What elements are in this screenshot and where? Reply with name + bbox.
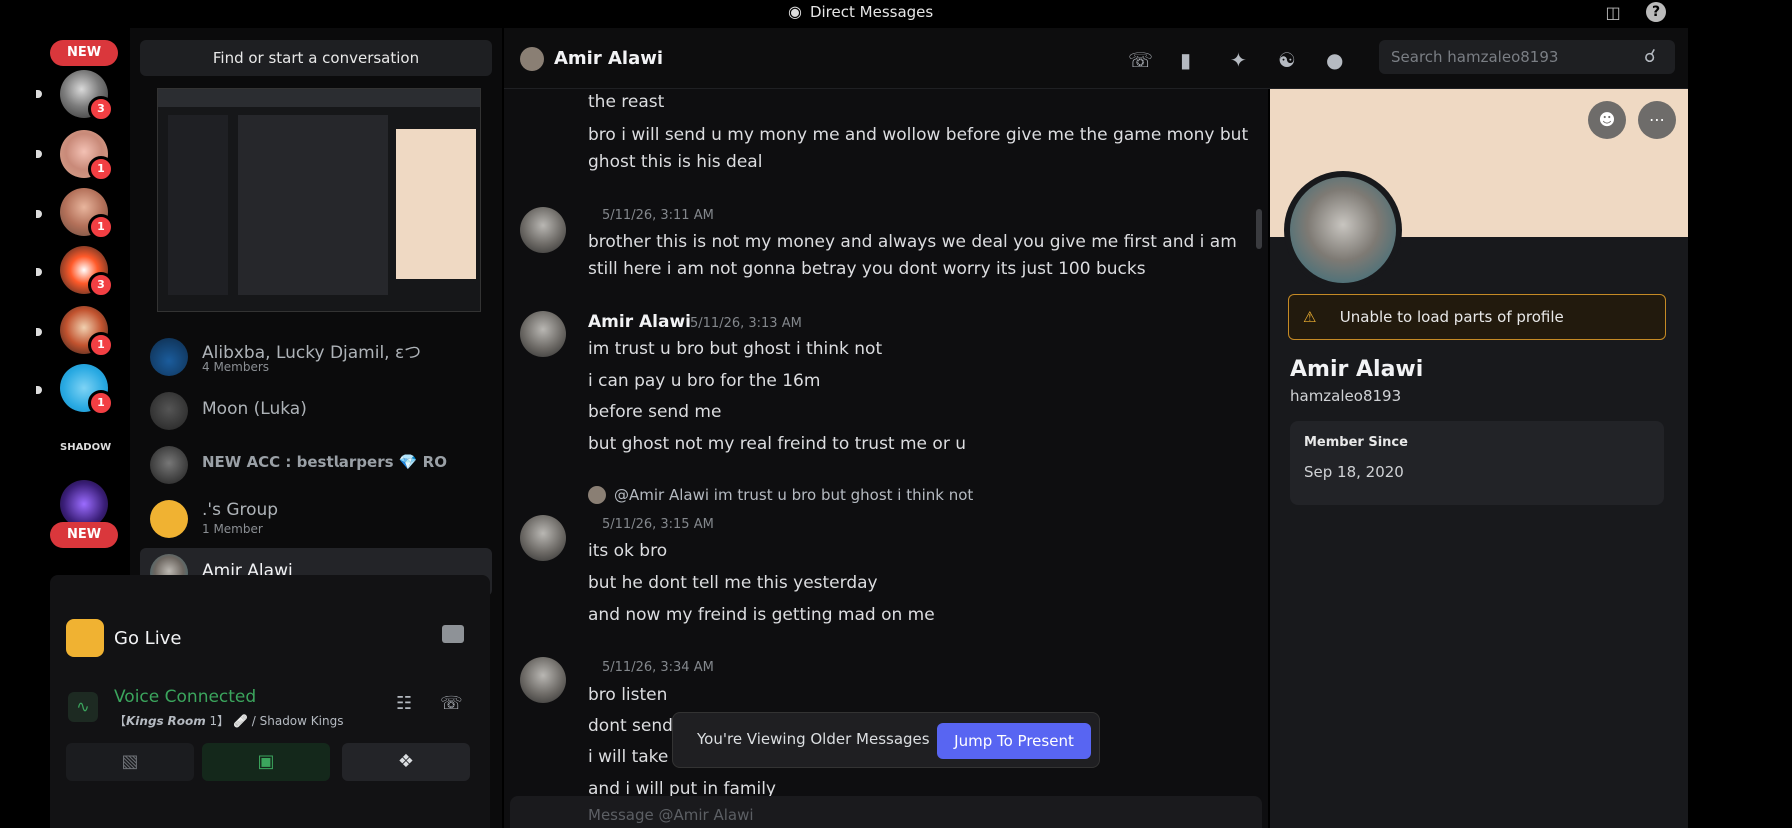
more-options-icon[interactable]: ⋯ [1638,101,1676,139]
member-since-card: Member Since Sep 18, 2020 [1290,421,1664,505]
unread-pill [36,210,42,218]
group-avatar [150,338,188,376]
warning-icon: ⚠ [1303,308,1317,326]
user-profile-icon[interactable]: ● [1326,48,1343,72]
mention-badge: 3 [88,272,114,298]
new-badge-bottom[interactable]: NEW [50,522,118,548]
server-icon[interactable] [60,480,108,528]
scrollbar[interactable] [1256,209,1262,249]
group-avatar [150,500,188,538]
voice-panel: Go Live ∿ Voice Connected 【𝙆𝙞𝙣𝙜𝙨 𝙍𝙤𝙤𝙢 1】… [50,575,490,828]
header-name: Amir Alawi [554,48,664,69]
server-icon[interactable]: 1 [60,306,114,358]
find-conversation-button[interactable]: Find or start a conversation [140,40,492,76]
mention-badge: 3 [88,96,114,122]
voice-channel[interactable]: 【𝙆𝙞𝙣𝙜𝙨 𝙍𝙤𝙤𝙢 1】 🩹 / Shadow Kings [114,712,343,729]
message-composer[interactable]: Message @Amir Alawi [510,796,1262,828]
search-input[interactable]: Search hamzaleo8193 [1379,40,1675,74]
profile-username: hamzaleo8193 [1290,387,1402,405]
message-avatar[interactable] [520,657,566,703]
unread-pill [36,90,42,98]
unread-pill [36,150,42,158]
message-author[interactable]: Amir Alawi [588,312,691,332]
message-avatar[interactable] [520,311,566,357]
search-icon: ☌ [1644,46,1657,67]
mention-badge: 1 [88,156,114,182]
add-friend-icon[interactable]: ☯ [1278,48,1296,72]
server-icon[interactable]: 3 [60,70,114,122]
help-icon[interactable]: ? [1646,2,1666,22]
stop-stream-icon[interactable] [442,625,464,643]
profile-name: Amir Alawi [1290,357,1424,382]
letterbox-right [1688,0,1792,828]
chat-header: Amir Alawi ☏ ▮ ✦ ☯ ● Search hamzaleo8193… [504,28,1688,89]
unread-pill [36,386,42,394]
mention-badge: 1 [88,390,114,416]
jump-to-present-button[interactable]: Jump To Present [937,723,1091,759]
screen-share-preview[interactable] [157,88,481,312]
screen-share-button[interactable]: ▣ [202,743,330,781]
user-avatar [150,446,188,484]
dm-item-new-acc[interactable]: 𝗡𝗘𝗪 𝗔𝗖𝗖 : 𝗯𝗲𝘀𝘁𝗹𝗮𝗿𝗽𝗲𝗿𝘀 💎 RO [140,440,492,488]
window-title: ◉ Direct Messages [788,2,934,21]
reply-preview[interactable]: @Amir Alawi im trust u bro but ghost i t… [614,486,973,504]
camera-off-button[interactable]: ▧ [66,743,194,781]
server-icon[interactable]: 3 [60,246,114,298]
server-icon[interactable]: 1 [60,364,114,416]
go-live-icon [66,619,104,657]
disconnect-icon[interactable]: ☏ [440,693,463,714]
new-badge-top[interactable]: NEW [50,40,118,66]
shadow-server-icon[interactable]: SHADOW [60,424,111,472]
dm-item-group[interactable]: Alibxba, Lucky Djamil, εつ 4 Members [140,332,492,380]
unread-pill [36,328,42,336]
user-profile-panel: ☻ ⋯ ⚠ Unable to load parts of profile Am… [1270,89,1688,828]
mention-badge: 1 [88,332,114,358]
noise-suppression-icon[interactable]: ☷ [396,693,412,714]
server-icon[interactable]: 1 [60,130,114,182]
go-live-label[interactable]: Go Live [114,628,181,649]
dm-item-moon[interactable]: Moon (Luka) [140,386,492,434]
call-icon[interactable]: ☏ [1128,48,1153,72]
user-avatar [150,392,188,430]
server-icon[interactable]: 1 [60,188,114,240]
header-avatar [520,47,544,71]
message-avatar[interactable] [520,515,566,561]
voice-status[interactable]: Voice Connected [114,687,256,707]
profile-avatar[interactable] [1284,171,1402,289]
profile-warning: ⚠ Unable to load parts of profile [1288,294,1666,340]
inbox-icon[interactable]: ◫ [1602,2,1624,24]
signal-icon: ∿ [68,692,98,722]
message-avatar[interactable] [520,207,566,253]
discord-logo-icon: ◉ [788,2,802,21]
discord-app: ◉ Direct Messages ◫ ? NEW 3 1 1 3 1 1 SH… [0,0,1792,828]
unread-pill [36,268,42,276]
mention-badge: 1 [88,214,114,240]
older-messages-toast: You're Viewing Older Messages Jump To Pr… [672,712,1100,768]
reply-avatar [588,486,606,504]
video-icon[interactable]: ▮ [1180,48,1191,72]
activities-button[interactable]: ❖ [342,743,470,781]
title-bar: ◉ Direct Messages ◫ ? [0,0,1688,28]
pin-icon[interactable]: ✦ [1230,48,1247,72]
add-friend-icon[interactable]: ☻ [1588,101,1626,139]
dm-item-group-dot[interactable]: .'s Group 1 Member [140,494,492,542]
